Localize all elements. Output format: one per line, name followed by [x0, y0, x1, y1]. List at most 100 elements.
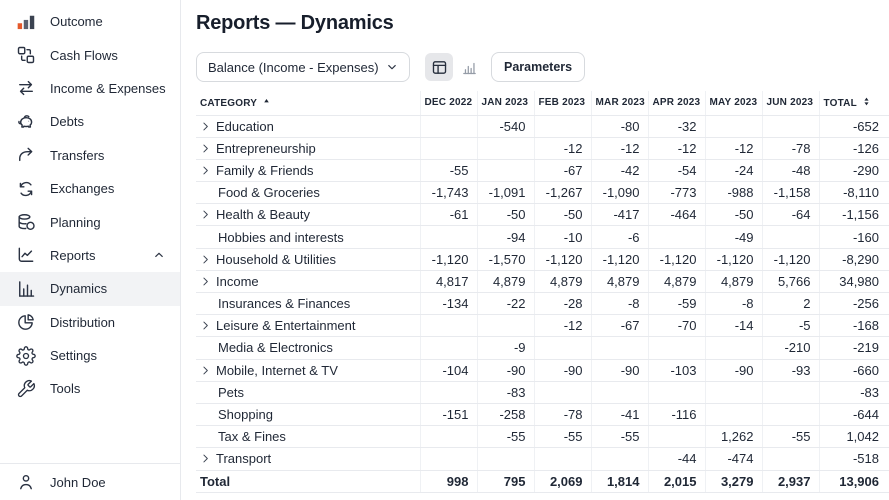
value-cell: -518 — [819, 447, 889, 471]
sidebar-item-exchanges[interactable]: Exchanges — [0, 172, 180, 205]
category-cell[interactable]: Health & Beauty — [196, 203, 421, 227]
value-cell: -8,290 — [819, 248, 889, 271]
value-cell: -48 — [762, 159, 820, 183]
sidebar-item-tools[interactable]: Tools — [0, 372, 180, 405]
column-header-dec-2022[interactable]: DEC 2022 — [420, 91, 478, 116]
value-cell — [477, 137, 535, 160]
value-cell — [762, 403, 820, 427]
sidebar-item-dynamics[interactable]: Dynamics — [0, 272, 180, 306]
value-cell: -59 — [648, 292, 706, 316]
expand-chevron-icon — [200, 254, 211, 265]
metric-select-value: Balance (Income - Expenses) — [208, 59, 379, 75]
table-row-hobbies-and-interests: Hobbies and interests -94 -10 -6 -49 -160 — [196, 225, 889, 249]
sidebar-item-label: Cash Flows — [50, 47, 118, 63]
column-header-jun-2023[interactable]: JUN 2023 — [762, 91, 820, 116]
table-row-tax-fines: Tax & Fines -55 -55 -55 1,262 -55 1,042 — [196, 425, 889, 449]
column-header-may-2023[interactable]: MAY 2023 — [705, 91, 763, 116]
table-row-education: Education -540 -80 -32 -652 — [196, 115, 889, 138]
value-cell: -116 — [648, 403, 706, 427]
total-value-cell: 795 — [477, 470, 535, 493]
category-label: Transport — [216, 451, 272, 467]
value-cell — [591, 447, 649, 471]
value-cell: -219 — [819, 336, 889, 360]
value-cell — [477, 447, 535, 471]
value-cell — [762, 381, 820, 404]
value-cell: -9 — [477, 336, 535, 360]
sidebar-item-debts[interactable]: Debts — [0, 105, 180, 138]
expand-chevron-icon — [200, 453, 211, 464]
expand-chevron-icon — [200, 365, 211, 376]
sidebar-footer: John Doe — [0, 463, 180, 500]
total-value-cell: 2,015 — [648, 470, 706, 493]
value-cell: -8 — [591, 292, 649, 316]
expand-chevron-icon — [200, 209, 211, 220]
value-cell: -55 — [591, 425, 649, 449]
sidebar-item-settings[interactable]: Settings — [0, 339, 180, 372]
value-cell — [477, 314, 535, 338]
category-label: Entrepreneurship — [216, 140, 316, 156]
value-cell: -50 — [705, 203, 763, 227]
wrench-icon — [16, 379, 36, 399]
sidebar-item-planning[interactable]: Planning — [0, 205, 180, 238]
category-cell[interactable]: Income — [196, 270, 421, 294]
category-cell: Tax & Fines — [196, 425, 421, 449]
category-cell[interactable]: Transport — [196, 447, 421, 471]
line-chart-icon — [16, 245, 36, 265]
pie-chart-icon — [16, 312, 36, 332]
category-cell: Pets — [196, 381, 421, 404]
value-cell: -50 — [534, 203, 592, 227]
value-cell: -55 — [534, 425, 592, 449]
value-cell: -464 — [648, 203, 706, 227]
value-cell: 4,817 — [420, 270, 478, 294]
category-label: Food & Groceries — [218, 185, 320, 201]
value-cell — [420, 225, 478, 249]
column-header-feb-2023[interactable]: FEB 2023 — [534, 91, 592, 116]
value-cell — [420, 425, 478, 449]
sidebar-item-reports[interactable]: Reports — [0, 239, 180, 272]
sidebar: Outcome Cash Flows Income & Expenses Debts T… — [0, 0, 181, 500]
category-cell[interactable]: Education — [196, 115, 421, 138]
outcome-logo-icon — [16, 12, 36, 32]
column-header-label: MAY 2023 — [709, 97, 758, 109]
value-cell: -28 — [534, 292, 592, 316]
table-row-transport: Transport -44 -474 -518 — [196, 447, 889, 471]
column-header-category[interactable]: CATEGORY — [196, 91, 421, 116]
value-cell — [648, 381, 706, 404]
column-header-total[interactable]: TOTAL — [819, 91, 889, 116]
total-value-cell: 1,814 — [591, 470, 649, 493]
column-header-jan-2023[interactable]: JAN 2023 — [477, 91, 535, 116]
category-cell[interactable]: Leisure & Entertainment — [196, 314, 421, 338]
sidebar-item-distribution[interactable]: Distribution — [0, 306, 180, 339]
category-cell[interactable]: Mobile, Internet & TV — [196, 359, 421, 382]
value-cell: 4,879 — [591, 270, 649, 294]
value-cell: -168 — [819, 314, 889, 338]
chevron-down-icon — [385, 60, 399, 74]
parameters-button[interactable]: Parameters — [491, 52, 586, 82]
sidebar-item-transfers[interactable]: Transfers — [0, 139, 180, 172]
value-cell — [648, 425, 706, 449]
column-header-apr-2023[interactable]: APR 2023 — [648, 91, 706, 116]
sidebar-item-cash-flows[interactable]: Cash Flows — [0, 38, 180, 71]
table-row-mobile-internet-tv: Mobile, Internet & TV -104 -90 -90 -90 -103 -9… — [196, 359, 889, 382]
value-cell: -210 — [762, 336, 820, 360]
sidebar-item-outcome[interactable]: Outcome — [0, 5, 180, 38]
metric-select[interactable]: Balance (Income - Expenses) — [196, 52, 410, 82]
sidebar-item-income-expenses[interactable]: Income & Expenses — [0, 72, 180, 105]
value-cell: -83 — [819, 381, 889, 404]
value-cell: 2 — [762, 292, 820, 316]
column-header-mar-2023[interactable]: MAR 2023 — [591, 91, 649, 116]
value-cell: -652 — [819, 115, 889, 138]
value-cell: -32 — [648, 115, 706, 138]
table-view-button[interactable] — [425, 53, 453, 81]
category-cell: Media & Electronics — [196, 336, 421, 360]
app-window: Outcome Cash Flows Income & Expenses Debts T… — [0, 0, 889, 500]
value-cell: -12 — [591, 137, 649, 160]
category-cell[interactable]: Entrepreneurship — [196, 137, 421, 160]
value-cell: -126 — [819, 137, 889, 160]
value-cell: 4,879 — [477, 270, 535, 294]
chart-view-button[interactable] — [455, 53, 483, 81]
user-menu[interactable]: John Doe — [0, 467, 180, 497]
category-cell[interactable]: Family & Friends — [196, 159, 421, 183]
cycle-arrows-icon — [16, 179, 36, 199]
category-cell[interactable]: Household & Utilities — [196, 248, 421, 271]
